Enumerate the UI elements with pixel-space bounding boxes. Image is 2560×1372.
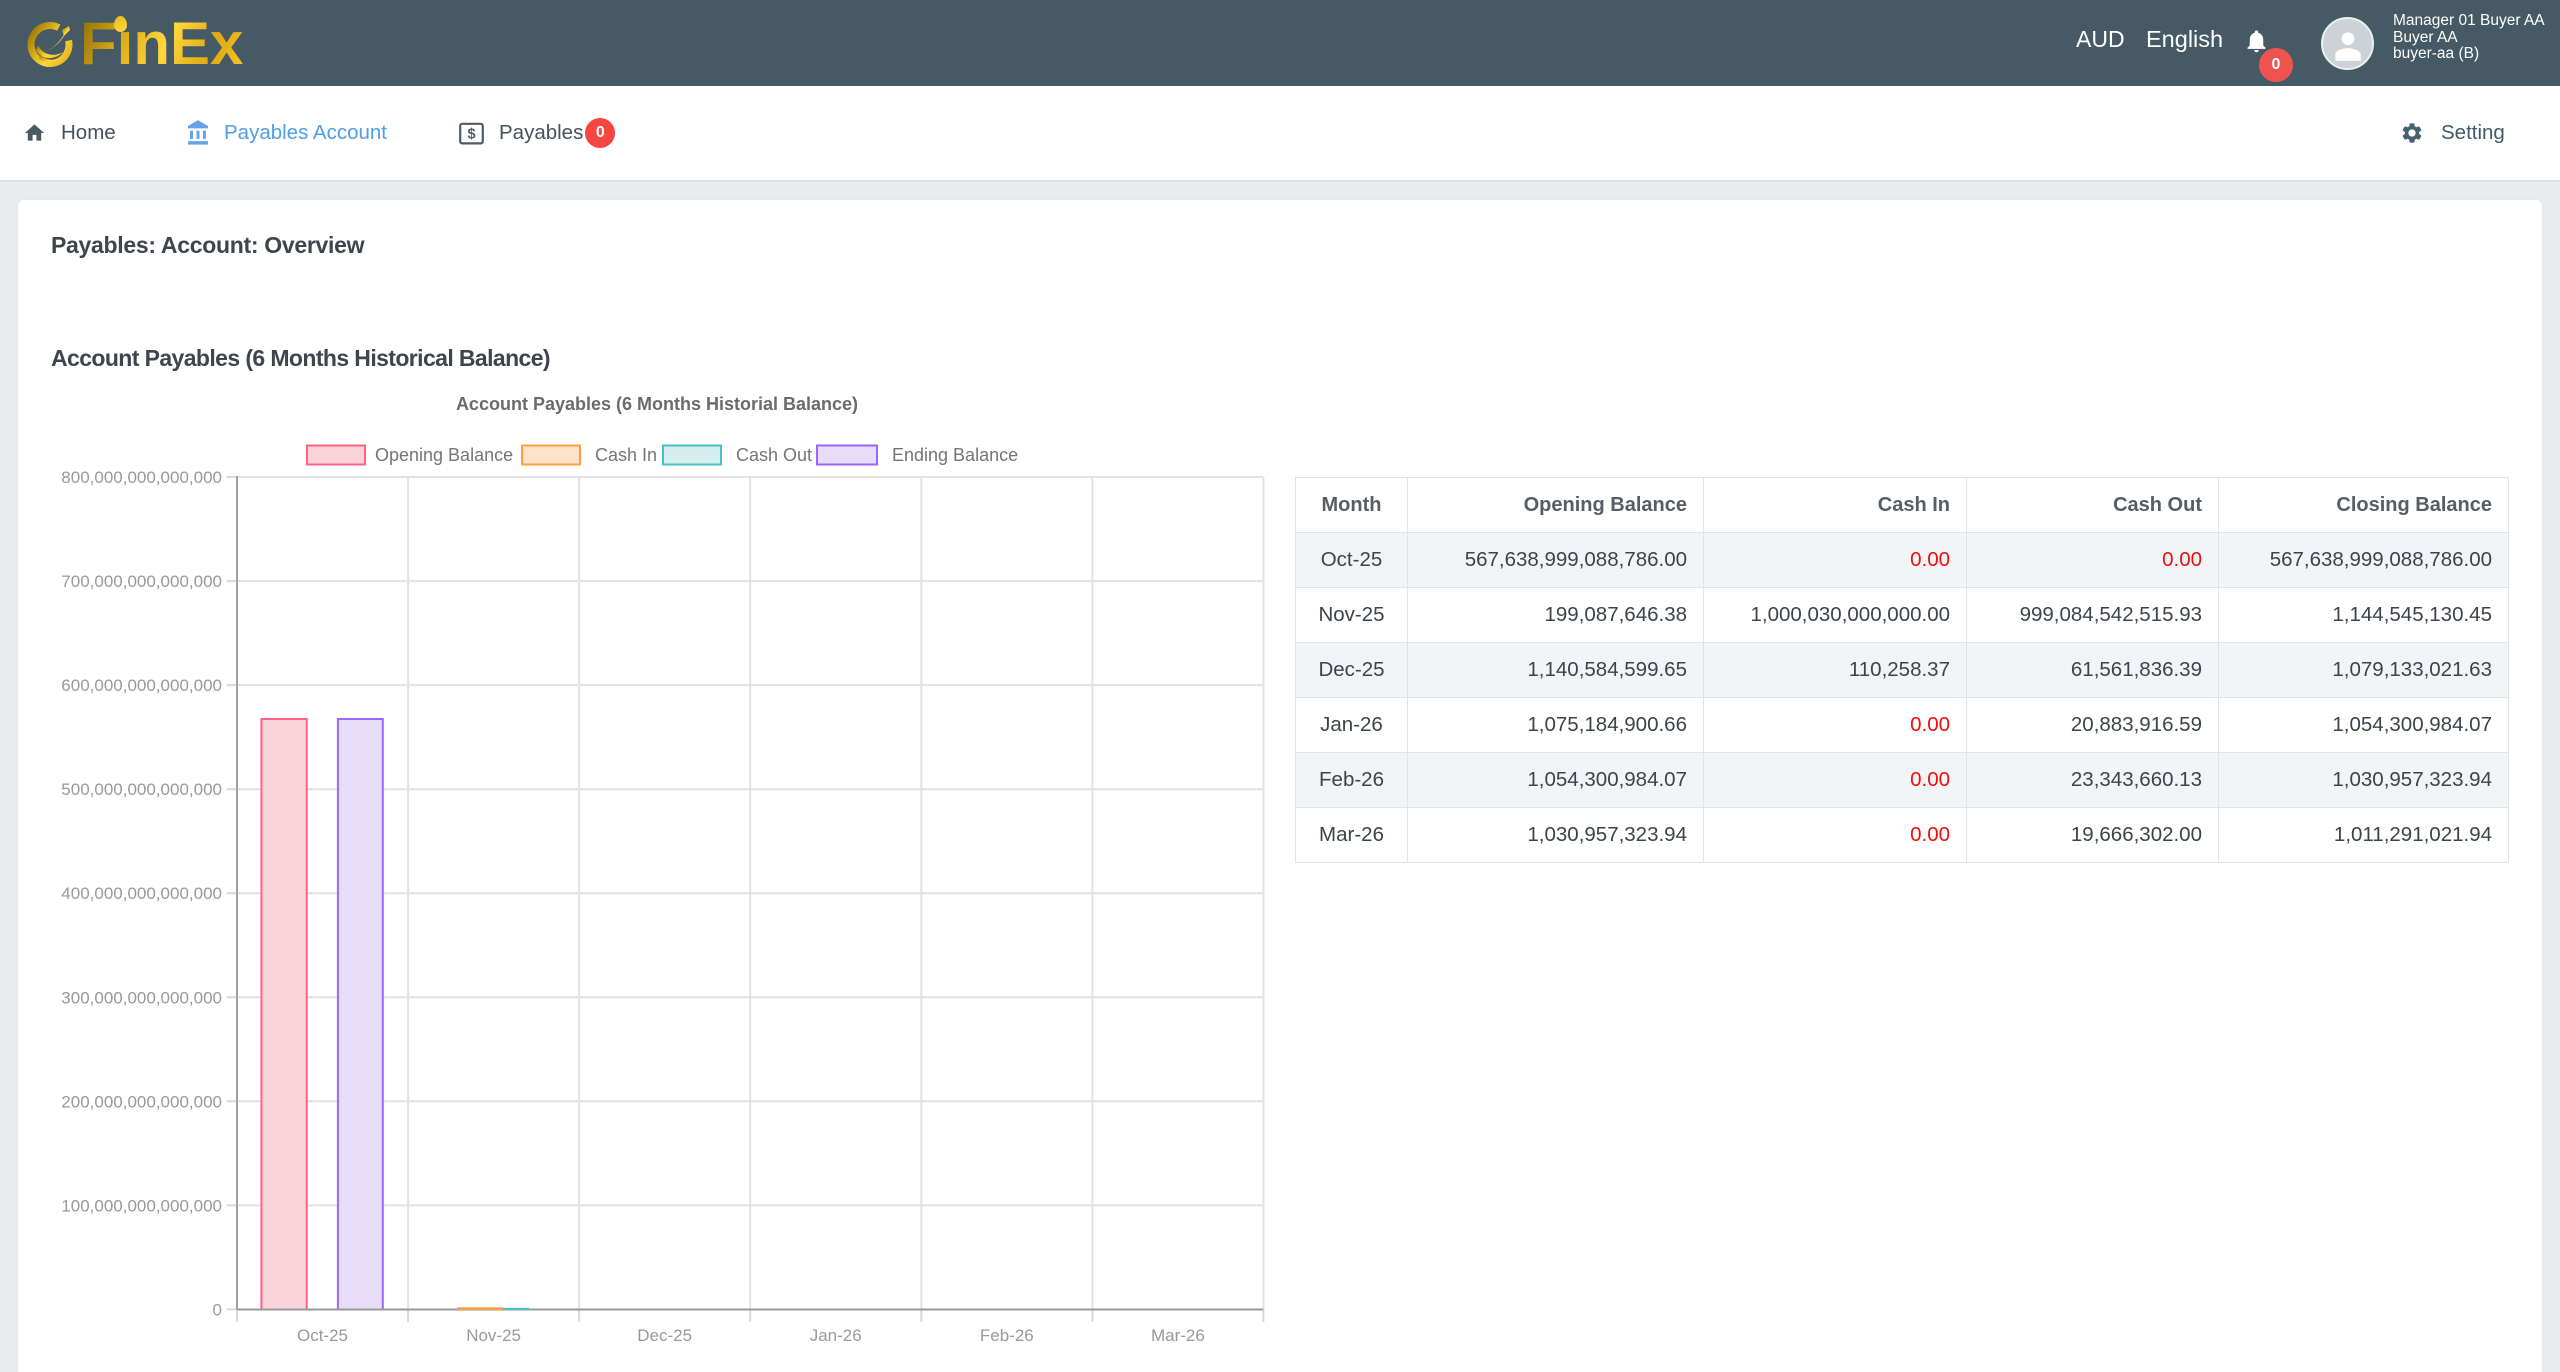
svg-text:Opening Balance: Opening Balance: [375, 445, 513, 465]
svg-text:400,000,000,000,000: 400,000,000,000,000: [61, 884, 222, 903]
svg-text:Ending Balance: Ending Balance: [892, 445, 1018, 465]
svg-text:Feb-26: Feb-26: [980, 1326, 1034, 1345]
svg-text:200,000,000,000,000: 200,000,000,000,000: [61, 1092, 222, 1111]
svg-text:0: 0: [213, 1300, 222, 1319]
svg-text:Oct-25: Oct-25: [297, 1326, 348, 1345]
svg-text:Account Payables (6 Months His: Account Payables (6 Months Historial Bal…: [456, 394, 858, 414]
svg-text:700,000,000,000,000: 700,000,000,000,000: [61, 572, 222, 591]
svg-text:600,000,000,000,000: 600,000,000,000,000: [61, 676, 222, 695]
svg-text:Dec-25: Dec-25: [637, 1326, 692, 1345]
svg-text:300,000,000,000,000: 300,000,000,000,000: [61, 988, 222, 1007]
svg-text:800,000,000,000,000: 800,000,000,000,000: [61, 468, 222, 487]
svg-text:100,000,000,000,000: 100,000,000,000,000: [61, 1196, 222, 1215]
svg-text:Mar-26: Mar-26: [1151, 1326, 1205, 1345]
svg-text:Nov-25: Nov-25: [466, 1326, 521, 1345]
svg-text:500,000,000,000,000: 500,000,000,000,000: [61, 780, 222, 799]
svg-text:Cash Out: Cash Out: [736, 445, 812, 465]
svg-text:Cash In: Cash In: [595, 445, 657, 465]
svg-text:Jan-26: Jan-26: [810, 1326, 862, 1345]
